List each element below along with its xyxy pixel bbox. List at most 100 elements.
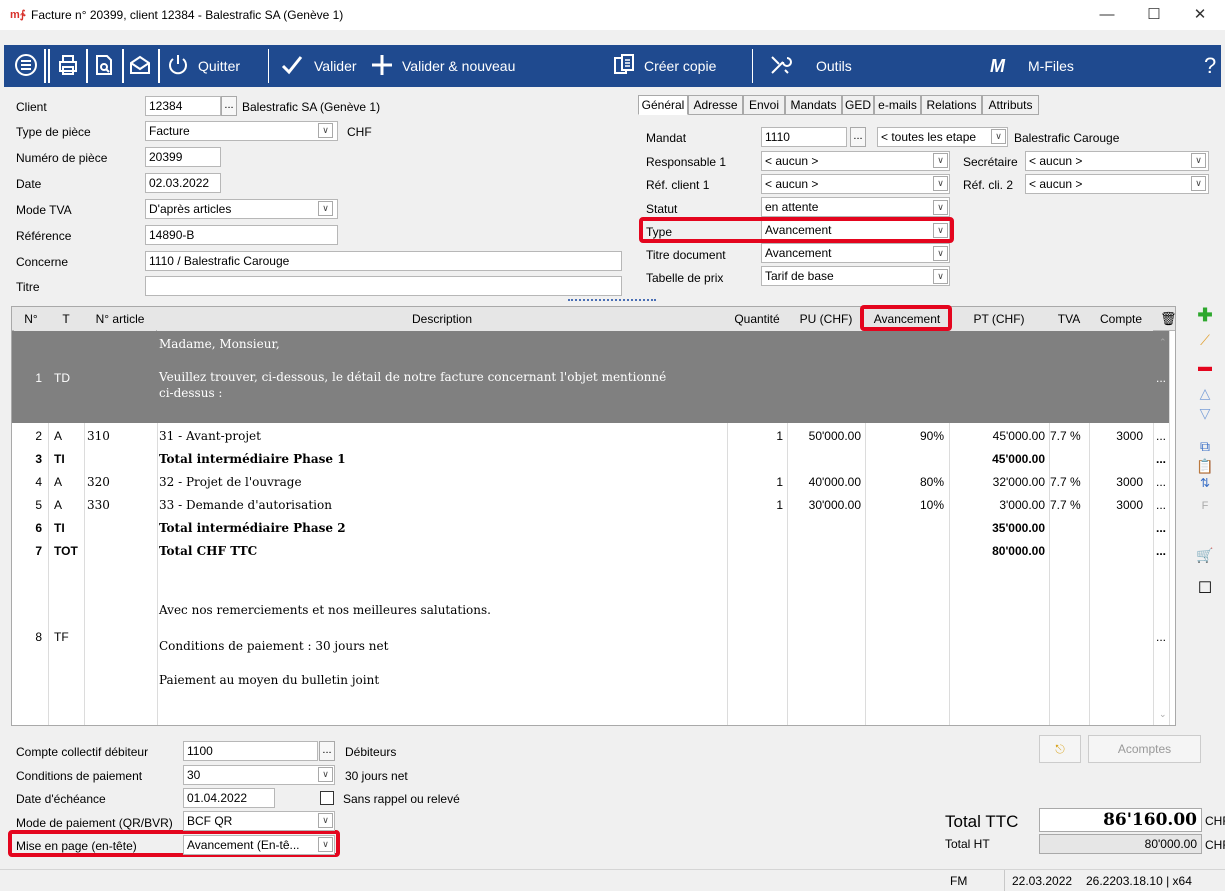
chevron-down-icon[interactable]: ∨ [318, 123, 333, 138]
title-field[interactable] [145, 276, 622, 296]
account-field[interactable]: 1100 [183, 741, 318, 761]
power-icon[interactable] [166, 53, 190, 77]
check-icon[interactable] [280, 53, 304, 77]
chevron-down-icon[interactable]: ∨ [318, 837, 333, 852]
mfiles-button[interactable]: M-Files [1028, 45, 1074, 87]
email-icon[interactable] [128, 53, 152, 77]
chevron-down-icon[interactable]: ∨ [1191, 153, 1206, 168]
row-more-button[interactable]: ... [1156, 521, 1170, 535]
chevron-down-icon[interactable]: ∨ [933, 200, 948, 215]
create-copy-button[interactable]: Créer copie [644, 45, 716, 87]
chevron-down-icon[interactable]: ∨ [1191, 176, 1206, 191]
edit-line-icon[interactable]: ⟋ [1196, 331, 1214, 349]
tab-relations[interactable]: Relations [921, 95, 982, 115]
tab-attributes[interactable]: Attributs [982, 95, 1039, 115]
col-unit-price[interactable]: PU (CHF) [787, 307, 865, 331]
doc-type-select[interactable]: Facture [145, 121, 338, 141]
client-ref2-select[interactable]: < aucun > [1025, 174, 1209, 194]
col-type[interactable]: T [48, 307, 84, 331]
client-ref-select[interactable]: < aucun > [761, 174, 950, 194]
scroll-up-icon[interactable]: ⌃ [1159, 337, 1167, 348]
chevron-down-icon[interactable]: ∨ [991, 129, 1006, 144]
vat-mode-select[interactable]: D'après articles [145, 199, 338, 219]
col-number[interactable]: N° [14, 307, 48, 331]
tab-mandates[interactable]: Mandats [785, 95, 842, 115]
chevron-down-icon[interactable]: ∨ [933, 269, 948, 284]
row-more-button[interactable]: ... [1156, 630, 1166, 644]
reference-field[interactable]: 14890-B [145, 225, 338, 245]
print-preview-icon[interactable] [92, 53, 116, 77]
paste-line-icon[interactable]: 📋 [1196, 457, 1214, 475]
chevron-down-icon[interactable]: ∨ [933, 176, 948, 191]
minimize-button[interactable]: — [1084, 2, 1130, 28]
splitter-handle[interactable] [568, 299, 656, 302]
chevron-down-icon[interactable]: ∨ [318, 813, 333, 828]
no-reminder-checkbox[interactable] [320, 791, 334, 805]
chevron-down-icon[interactable]: ∨ [318, 201, 333, 216]
secretary-select[interactable]: < aucun > [1025, 151, 1209, 171]
maximize-button[interactable]: ☐ [1131, 2, 1177, 28]
row-more-button[interactable]: ... [1156, 452, 1170, 466]
doc-title-select[interactable]: Avancement [761, 243, 950, 263]
client-field[interactable]: 12384 [145, 96, 221, 116]
mandate-field[interactable]: 1110 [761, 127, 847, 147]
column-chooser-icon[interactable]: 🗑 [1160, 311, 1177, 327]
date-field[interactable]: 02.03.2022 [145, 173, 221, 193]
tab-ged[interactable]: GED [842, 95, 874, 115]
status-select[interactable]: en attente [761, 197, 950, 217]
due-date-field[interactable]: 01.04.2022 [183, 788, 275, 808]
plus-icon[interactable] [370, 53, 394, 77]
move-up-icon[interactable]: △ [1196, 384, 1214, 402]
quit-button[interactable]: Quitter [198, 45, 240, 87]
print-icon[interactable] [56, 53, 80, 77]
cart-icon[interactable]: 🛒 [1196, 546, 1214, 564]
layout-select[interactable]: Avancement (En-tê... [183, 835, 335, 855]
sort-icon[interactable]: ⇅ [1196, 474, 1214, 492]
row-more-button[interactable]: ... [1156, 475, 1170, 489]
tools-icon[interactable] [768, 53, 792, 77]
client-lookup-button[interactable]: ... [221, 96, 237, 116]
validate-button[interactable]: Valider [314, 45, 357, 87]
payment-mode-select[interactable]: BCF QR [183, 811, 335, 831]
chevron-down-icon[interactable]: ∨ [318, 767, 333, 782]
acomptes-button[interactable]: Acomptes [1088, 735, 1201, 763]
concerns-field[interactable]: 1110 / Balestrafic Carouge [145, 251, 622, 271]
copy-icon[interactable] [612, 53, 636, 77]
row-more-button[interactable]: ... [1156, 371, 1166, 385]
tab-sending[interactable]: Envoi [743, 95, 785, 115]
row-more-button[interactable]: ... [1156, 429, 1170, 443]
row-more-button[interactable]: ... [1156, 498, 1170, 512]
copy-line-icon[interactable]: ⧉ [1196, 437, 1214, 455]
mandate-lookup-button[interactable]: ... [850, 127, 866, 147]
validate-new-button[interactable]: Valider & nouveau [402, 45, 515, 87]
col-article[interactable]: N° article [84, 307, 156, 331]
delete-line-icon[interactable]: ▬ [1196, 357, 1214, 375]
price-table-select[interactable]: Tarif de base [761, 266, 950, 286]
doc-number-field[interactable]: 20399 [145, 147, 221, 167]
col-vat[interactable]: TVA [1049, 307, 1089, 331]
tab-emails[interactable]: e-mails [874, 95, 921, 115]
move-down-icon[interactable]: ▽ [1196, 404, 1214, 422]
tools-button[interactable]: Outils [816, 45, 852, 87]
scroll-down-icon[interactable]: ⌄ [1159, 709, 1167, 720]
responsible-select[interactable]: < aucun > [761, 151, 950, 171]
f-icon[interactable]: F [1196, 497, 1214, 515]
tab-general[interactable]: Général [638, 95, 688, 115]
structure-icon[interactable]: ⎋ [1039, 735, 1081, 763]
menu-icon[interactable] [14, 53, 38, 77]
add-line-icon[interactable]: ✚ [1196, 306, 1214, 324]
row-more-button[interactable]: ... [1156, 544, 1170, 558]
help-button[interactable]: ? [1204, 45, 1216, 87]
payment-terms-select[interactable]: 30 [183, 765, 335, 785]
tab-address[interactable]: Adresse [688, 95, 743, 115]
chevron-down-icon[interactable]: ∨ [933, 153, 948, 168]
col-quantity[interactable]: Quantité [727, 307, 787, 331]
col-account[interactable]: Compte [1089, 307, 1153, 331]
stage-select[interactable]: < toutes les etape [877, 127, 1008, 147]
chevron-down-icon[interactable]: ∨ [933, 246, 948, 261]
account-lookup-button[interactable]: ... [319, 741, 335, 761]
col-description[interactable]: Description [157, 307, 727, 331]
col-total-price[interactable]: PT (CHF) [949, 307, 1049, 331]
close-button[interactable]: ✕ [1177, 2, 1223, 28]
checkbox-icon[interactable]: ☐ [1196, 580, 1214, 598]
